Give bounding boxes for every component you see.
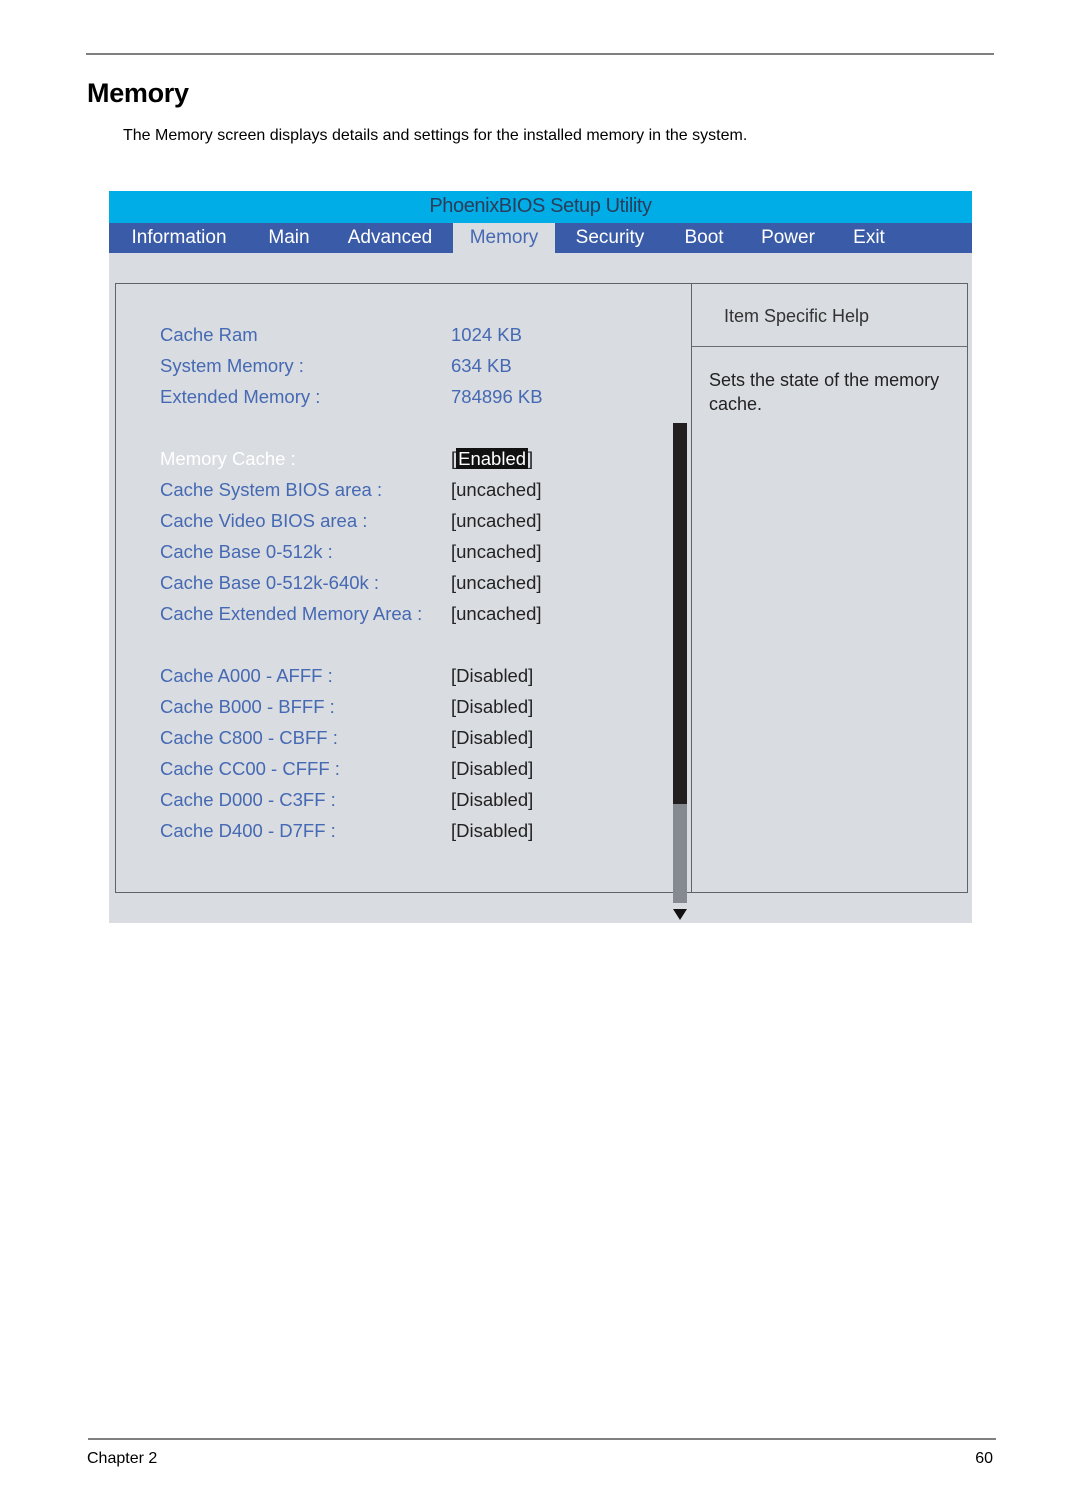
tab-advanced[interactable]: Advanced	[341, 223, 439, 253]
bios-menu-bar: Information Main Advanced Memory Securit…	[109, 223, 972, 253]
setting-value[interactable]: [Disabled]	[451, 820, 533, 842]
setting-label: Cache D000 - C3FF :	[160, 789, 336, 810]
setting-value[interactable]: [uncached]	[451, 603, 542, 625]
setting-label: Cache CC00 - CFFF :	[160, 758, 340, 779]
page-title: Memory	[87, 78, 189, 108]
scrollbar-thumb[interactable]	[673, 804, 687, 903]
info-value: 634 KB	[451, 355, 512, 376]
tab-main[interactable]: Main	[257, 223, 321, 253]
scrollbar-track[interactable]	[673, 423, 687, 804]
enabled-highlight[interactable]: Enabled	[456, 448, 529, 469]
setting-value[interactable]: [Disabled]	[451, 665, 533, 687]
tab-boot[interactable]: Boot	[677, 223, 731, 253]
scroll-down-arrow-icon[interactable]	[673, 909, 687, 920]
help-panel: Item Specific Help Sets the state of the…	[691, 283, 968, 893]
help-header: Item Specific Help	[692, 284, 967, 347]
setting-value[interactable]: [Disabled]	[451, 727, 533, 749]
settings-panel: Cache Ram 1024 KB System Memory : 634 KB…	[115, 283, 692, 920]
info-value: 784896 KB	[451, 386, 543, 407]
footer-rule	[88, 1438, 996, 1440]
setting-label: Memory Cache :	[160, 448, 296, 469]
setting-label: Cache Video BIOS area :	[160, 510, 368, 531]
help-text: Sets the state of the memory cache.	[709, 370, 940, 414]
tab-power[interactable]: Power	[753, 223, 823, 253]
setting-value[interactable]: [Enabled]	[451, 448, 533, 470]
info-label: System Memory :	[160, 355, 304, 376]
page-description: The Memory screen displays details and s…	[123, 127, 748, 144]
info-label: Cache Ram	[160, 324, 258, 345]
setting-label: Cache B000 - BFFF :	[160, 696, 335, 717]
tab-security[interactable]: Security	[567, 223, 653, 253]
setting-label: Cache Base 0-512k-640k :	[160, 572, 380, 593]
setting-value[interactable]: [uncached]	[451, 541, 542, 563]
footer-page-number: 60	[975, 1450, 993, 1467]
help-title: Item Specific Help	[724, 306, 870, 326]
setting-value[interactable]: [Disabled]	[451, 758, 533, 780]
setting-value[interactable]: [uncached]	[451, 479, 542, 501]
setting-value[interactable]: [Disabled]	[451, 789, 533, 811]
setting-value[interactable]: [Disabled]	[451, 696, 533, 718]
info-label: Extended Memory :	[160, 386, 321, 407]
scrollbar[interactable]	[673, 423, 687, 920]
setting-value[interactable]: [uncached]	[451, 572, 542, 594]
bios-screenshot: PhoenixBIOS Setup Utility Information Ma…	[109, 191, 972, 923]
tab-exit[interactable]: Exit	[845, 223, 893, 253]
info-value: 1024 KB	[451, 324, 522, 345]
header-rule	[86, 53, 994, 55]
setting-label: Cache System BIOS area :	[160, 479, 383, 500]
setting-value[interactable]: [uncached]	[451, 510, 542, 532]
setting-label: Cache C800 - CBFF :	[160, 727, 338, 748]
setting-label: Cache A000 - AFFF :	[160, 665, 333, 686]
footer-chapter: Chapter 2	[87, 1450, 158, 1467]
bios-title: PhoenixBIOS Setup Utility	[429, 195, 652, 217]
setting-label: Cache Extended Memory Area :	[160, 603, 423, 624]
tab-information[interactable]: Information	[119, 223, 239, 253]
setting-label: Cache Base 0-512k :	[160, 541, 333, 562]
bios-title-bar: PhoenixBIOS Setup Utility	[109, 191, 972, 223]
tab-memory[interactable]: Memory	[453, 223, 555, 253]
setting-label: Cache D400 - D7FF :	[160, 820, 336, 841]
